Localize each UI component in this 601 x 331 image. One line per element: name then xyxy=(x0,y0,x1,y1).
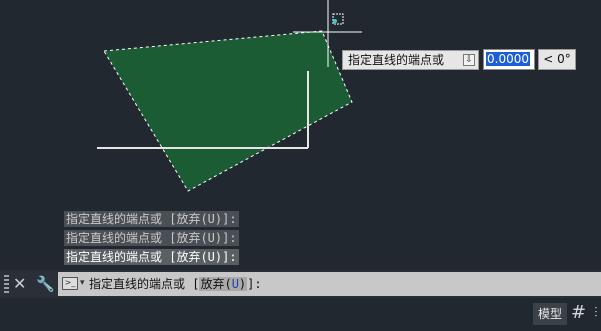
status-bar: 模型 # ⫶ xyxy=(0,298,601,331)
options-menu-icon[interactable]: ⇩ xyxy=(463,54,475,66)
command-prompt-label: 指定直线的端点或 [ xyxy=(89,277,200,291)
angle-input[interactable]: < 0° xyxy=(538,49,576,70)
dynamic-input-prompt: 指定直线的端点或 ⇩ xyxy=(342,50,479,70)
drag-handle[interactable] xyxy=(4,275,9,293)
dynamic-prompt-text: 指定直线的端点或 xyxy=(348,53,445,67)
snap-toggle-icon[interactable]: ⫶ xyxy=(594,301,598,325)
history-line: 指定直线的端点或 [放弃(U)]: xyxy=(64,211,239,227)
grid-icon[interactable]: # xyxy=(571,301,586,325)
command-prompt-icon[interactable]: >_ xyxy=(62,277,78,290)
undo-option[interactable]: 放弃(U) xyxy=(199,277,248,291)
command-prompt-suffix: ]: xyxy=(247,277,262,291)
chevron-down-icon[interactable]: ▾ xyxy=(80,276,85,290)
command-prompt-text: 指定直线的端点或 [放弃(U)]: xyxy=(89,274,262,294)
model-tab[interactable]: 模型 xyxy=(533,303,567,325)
command-history: 指定直线的端点或 [放弃(U)]: 指定直线的端点或 [放弃(U)]: 指定直线… xyxy=(64,211,239,268)
length-input[interactable]: 0.0000 xyxy=(483,49,535,70)
undo-option-key: U xyxy=(231,277,239,291)
history-line: 指定直线的端点或 [放弃(U)]: xyxy=(64,230,239,246)
hatched-polygon[interactable] xyxy=(103,30,353,192)
close-icon[interactable]: ✕ xyxy=(13,272,26,296)
snap-marker xyxy=(333,19,337,23)
length-value[interactable]: 0.0000 xyxy=(486,52,530,66)
wrench-icon[interactable]: 🔧 xyxy=(36,274,55,294)
command-line-bar: ✕ 🔧 >_ ▾ 指定直线的端点或 [放弃(U)]: xyxy=(0,270,601,298)
command-input[interactable]: >_ ▾ 指定直线的端点或 [放弃(U)]: xyxy=(58,272,601,296)
history-line: 指定直线的端点或 [放弃(U)]: xyxy=(64,249,239,265)
